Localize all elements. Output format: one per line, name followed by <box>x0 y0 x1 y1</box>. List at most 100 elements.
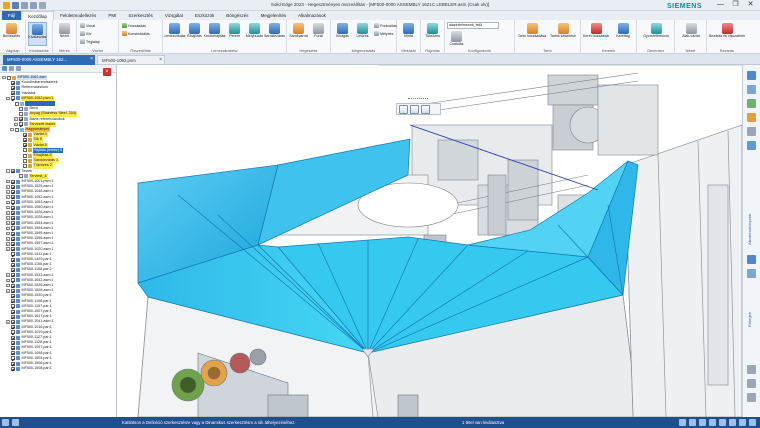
close-tab-icon[interactable]: × <box>159 56 162 64</box>
visibility-checkbox[interactable] <box>10 96 15 101</box>
tab-file[interactable]: Fájl <box>2 11 22 20</box>
visibility-checkbox[interactable] <box>10 247 15 252</box>
teamcenter-icon[interactable] <box>747 269 756 278</box>
flange-button[interactable]: Élhajlítás <box>185 22 204 46</box>
pathfinder-icon[interactable] <box>747 71 756 80</box>
select-button[interactable]: Kiválasztás <box>28 22 47 46</box>
visibility-checkbox[interactable] <box>10 299 15 304</box>
paste-button[interactable]: Beillesztés <box>2 22 21 46</box>
maximize-button[interactable]: ❐ <box>728 0 743 10</box>
filter-icon[interactable] <box>9 66 14 71</box>
construct-tool[interactable]: Konstruktálás <box>122 30 160 37</box>
visibility-checkbox[interactable] <box>18 117 23 122</box>
deepen-tool[interactable]: Mélyítés <box>374 30 397 37</box>
mirror-button[interactable]: Tükrözés <box>423 22 442 46</box>
add-part-tool[interactable]: Hozzáadás <box>122 22 160 29</box>
model-view[interactable] <box>118 65 742 417</box>
chamfer-button[interactable]: Letörés <box>353 22 372 46</box>
expand-toggle-icon[interactable]: + <box>14 122 18 127</box>
visibility-checkbox[interactable] <box>10 325 15 330</box>
fit-icon[interactable] <box>689 419 696 426</box>
expand-toggle-icon[interactable]: + <box>6 185 10 189</box>
visibility-checkbox[interactable] <box>10 278 15 283</box>
zoom-icon[interactable] <box>747 365 756 374</box>
visibility-checkbox[interactable] <box>10 309 15 314</box>
visibility-checkbox[interactable] <box>22 158 27 163</box>
tab-inspect[interactable]: Vizsgálat <box>159 11 189 20</box>
sensor-icon[interactable] <box>747 141 756 150</box>
configuration-combo[interactable]: alapértelmezett_felül <box>447 22 499 29</box>
visibility-checkbox[interactable] <box>10 236 15 241</box>
print-icon[interactable] <box>39 2 46 9</box>
expand-toggle-icon[interactable]: + <box>6 278 10 283</box>
expand-toggle-icon[interactable]: + <box>6 320 10 324</box>
tab-surfacing[interactable]: Felületmodellezés <box>54 11 102 20</box>
dimple-button[interactable]: Mélyhúzás <box>245 22 264 46</box>
visibility-checkbox[interactable] <box>10 267 15 272</box>
visibility-checkbox[interactable] <box>10 345 15 350</box>
visibility-checkbox[interactable] <box>10 189 15 194</box>
visibility-checkbox[interactable] <box>22 163 27 168</box>
parts-library-label[interactable]: Alkatrészkönyvtár <box>747 185 756 245</box>
visibility-checkbox[interactable] <box>18 111 23 116</box>
visibility-checkbox[interactable] <box>10 91 15 96</box>
expand-toggle-icon[interactable]: + <box>6 221 10 225</box>
circle-tool[interactable]: Kör <box>80 30 116 37</box>
tab-view[interactable]: Megjelenítés <box>255 11 293 20</box>
visibility-checkbox[interactable] <box>10 184 15 189</box>
visibility-checkbox[interactable] <box>10 356 15 361</box>
shading-icon[interactable] <box>739 419 746 426</box>
visibility-checkbox[interactable] <box>10 80 15 85</box>
close-and-return-button[interactable]: Bezárás és visszatérés <box>709 22 745 46</box>
rotate-icon[interactable] <box>747 393 756 402</box>
visibility-checkbox[interactable] <box>14 127 19 132</box>
expand-toggle-icon[interactable]: + <box>6 242 10 246</box>
visibility-checkbox[interactable] <box>10 304 15 309</box>
expand-toggle-icon[interactable]: - <box>2 75 6 80</box>
contour-flange-button[interactable]: Kontúrhajlítás <box>204 22 225 46</box>
command-bar-handle[interactable] <box>408 98 428 101</box>
visibility-checkbox[interactable] <box>10 205 15 210</box>
tab-browse[interactable]: Böngészés <box>220 11 254 20</box>
visibility-checkbox[interactable] <box>10 314 15 319</box>
expand-toggle-icon[interactable]: + <box>6 231 10 236</box>
visibility-checkbox[interactable] <box>6 75 11 80</box>
expand-toggle-icon[interactable]: + <box>6 200 10 205</box>
visibility-checkbox[interactable] <box>18 106 23 111</box>
visibility-checkbox[interactable] <box>10 262 15 267</box>
tab-applications[interactable]: Alkalmazások <box>292 11 332 20</box>
visibility-checkbox[interactable] <box>10 273 15 278</box>
expand-toggle-icon[interactable]: + <box>6 273 10 277</box>
view-button[interactable]: Nézet <box>55 22 74 46</box>
search-icon[interactable] <box>16 66 21 71</box>
visibility-checkbox[interactable] <box>10 226 15 231</box>
visibility-checkbox[interactable] <box>10 293 15 298</box>
tab-pmi[interactable]: PMI <box>102 11 122 20</box>
visibility-checkbox[interactable] <box>18 122 23 127</box>
hole-button[interactable]: Furat <box>309 22 328 46</box>
visibility-checkbox[interactable] <box>10 231 15 236</box>
visibility-checkbox[interactable] <box>10 252 15 257</box>
visibility-checkbox[interactable] <box>10 330 15 335</box>
close-window-button[interactable]: ✕ <box>743 0 758 10</box>
cut-button[interactable]: Kivágás <box>333 22 352 46</box>
add-beam-button[interactable]: Tartó hozzáadása <box>517 22 547 46</box>
close-panel-button[interactable]: × <box>103 68 111 76</box>
visibility-checkbox[interactable] <box>22 137 27 142</box>
expand-toggle-icon[interactable]: + <box>6 179 10 184</box>
doc-tab-part[interactable]: MF500-1062.psm × <box>97 55 165 65</box>
expand-toggle-icon[interactable]: + <box>6 237 10 241</box>
shape-sketch-button[interactable]: Alak-vázlat <box>677 22 705 46</box>
expand-toggle-icon[interactable]: + <box>6 195 10 199</box>
visibility-checkbox[interactable] <box>10 319 15 324</box>
visibility-checkbox[interactable] <box>10 241 15 246</box>
settings-icon[interactable] <box>747 127 756 136</box>
dynamic-edit-icon[interactable] <box>410 105 419 114</box>
visibility-checkbox[interactable] <box>22 143 27 148</box>
pan-view-icon[interactable] <box>699 419 706 426</box>
redo-icon[interactable] <box>30 2 37 9</box>
visibility-checkbox[interactable] <box>22 148 27 153</box>
section-view-icon[interactable] <box>749 419 756 426</box>
visibility-checkbox[interactable] <box>22 132 27 137</box>
visibility-checkbox[interactable] <box>10 340 15 345</box>
